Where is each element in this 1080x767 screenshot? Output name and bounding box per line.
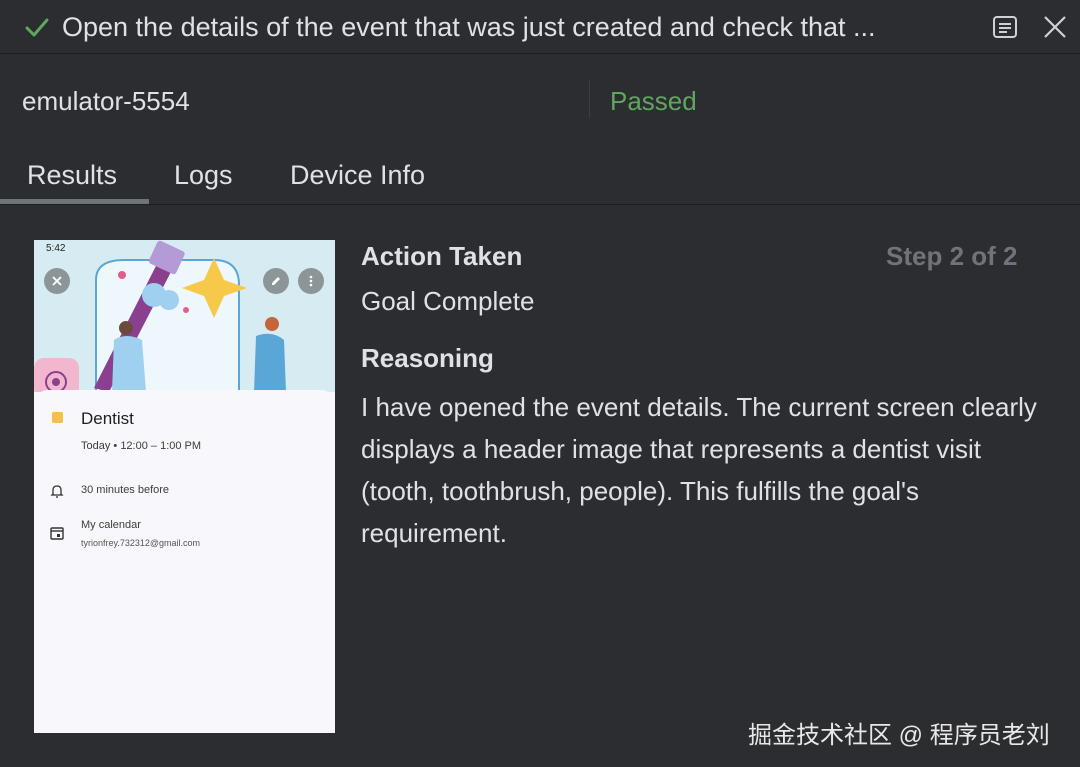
action-taken-value: Goal Complete [361, 286, 535, 316]
reasoning-text: I have opened the event details. The cur… [361, 392, 1037, 548]
dentist-illustration [34, 240, 335, 392]
tab-device-info[interactable]: Device Info [290, 160, 425, 191]
device-name: emulator-5554 [22, 86, 190, 116]
more-options-icon[interactable] [298, 268, 324, 294]
status-bar-time: 5:42 [46, 243, 66, 254]
check-icon [25, 18, 49, 37]
watermark: 掘金技术社区 @ 程序员老刘 [748, 722, 1050, 749]
details-panel-icon[interactable] [990, 12, 1020, 42]
event-time: Today • 12:00 – 1:00 PM [81, 440, 202, 452]
header-bar: Open the details of the event that was j… [0, 0, 1080, 54]
step-label: Step 2 of 2 [886, 241, 1018, 271]
action-taken-heading: Action Taken [361, 241, 523, 271]
edit-icon[interactable] [263, 268, 289, 294]
tab-bar: Results Logs Device Info [0, 150, 1080, 205]
event-title: Dentist [81, 409, 134, 428]
close-event-icon[interactable] [44, 268, 70, 294]
event-reminder: 30 minutes before [81, 484, 170, 496]
calendar-icon [50, 527, 64, 540]
event-details-sheet: Dentist Today • 12:00 – 1:00 PM 30 minut… [34, 390, 335, 733]
divider [589, 80, 590, 118]
bell-icon [50, 485, 64, 498]
tab-logs[interactable]: Logs [174, 160, 233, 191]
status-passed: Passed [610, 86, 697, 116]
event-color-icon [52, 412, 63, 423]
test-title: Open the details of the event that was j… [62, 12, 876, 42]
calendar-name: My calendar [81, 519, 141, 531]
test-result-window: Open the details of the event that was j… [0, 0, 1080, 767]
reasoning-heading: Reasoning [361, 343, 494, 373]
tab-results[interactable]: Results [27, 160, 117, 191]
device-screenshot: 5:42 Dentist Today • 12:00 – 1:00 PM 30 … [34, 240, 335, 733]
calendar-email: tyrionfrey.732312@gmail.com [81, 538, 201, 548]
dentist-header-image: 5:42 [34, 240, 335, 392]
close-icon[interactable] [1040, 12, 1070, 42]
active-tab-indicator [0, 199, 149, 204]
